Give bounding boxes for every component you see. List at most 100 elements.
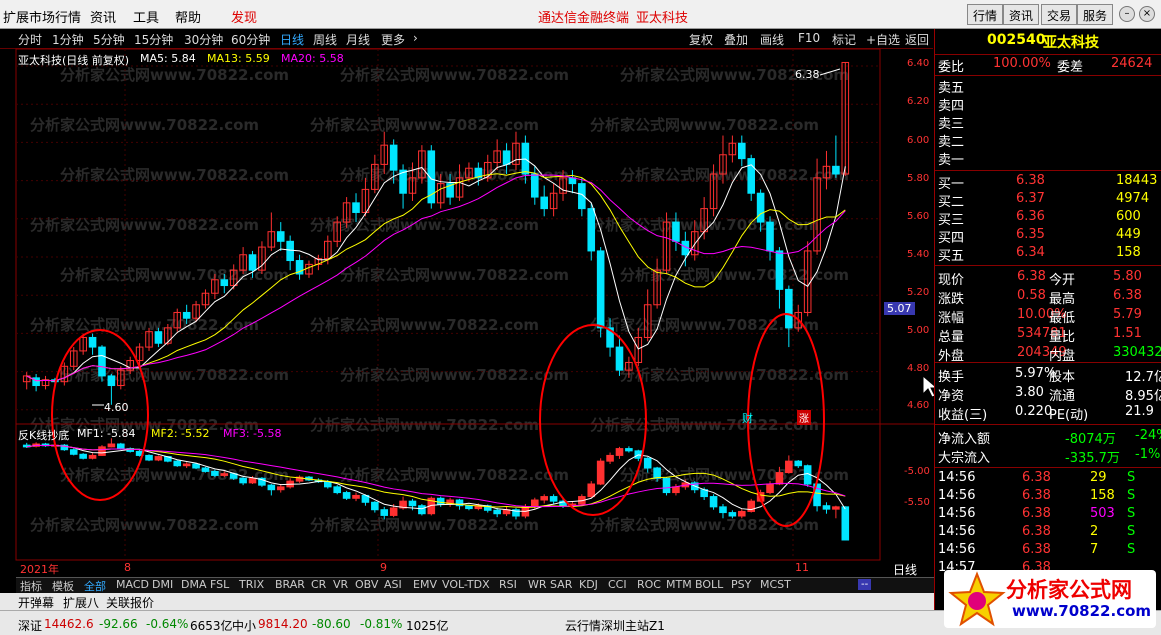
- buy-row: 买一 6.38 18443: [935, 173, 1161, 192]
- sub-candle: [596, 460, 605, 485]
- collapse-button[interactable]: --: [858, 579, 872, 590]
- price-tick: 6.00: [907, 135, 930, 146]
- indicator-tab[interactable]: VR: [331, 578, 350, 591]
- sub-candle: [418, 505, 426, 515]
- indicator-tab[interactable]: CCI: [606, 578, 629, 591]
- chart-legend-name: 亚太科技(日线 前复权): [18, 54, 130, 67]
- quotes-button[interactable]: 行情: [967, 4, 1004, 25]
- tick-price: 6.38: [1022, 488, 1051, 503]
- indicator-tab[interactable]: BRAR: [273, 578, 307, 591]
- kline-chart[interactable]: 分析家公式网www.70822.com 分析家公式网www.70822.com 分析…: [0, 0, 934, 577]
- buy-volume: 158: [1116, 245, 1141, 260]
- candle-down: [785, 288, 793, 329]
- candle-down: [587, 208, 596, 252]
- sub-candle: [841, 506, 850, 541]
- indicator-tab[interactable]: 指标: [18, 578, 44, 594]
- sub-tick: -5.00: [904, 466, 930, 477]
- sub-candle: [211, 470, 219, 476]
- indicator-tab[interactable]: MACD: [114, 578, 151, 591]
- indicator-tab[interactable]: CR: [309, 578, 328, 591]
- stock-code: 002540: [987, 32, 1046, 48]
- candle-down: [352, 202, 360, 213]
- indicator-tab[interactable]: RSI: [497, 578, 519, 591]
- sub-candle: [107, 443, 116, 448]
- indicator-tab[interactable]: DMI: [150, 578, 175, 591]
- candle-down: [389, 144, 398, 171]
- danmu-tab[interactable]: 开弹幕: [18, 594, 54, 611]
- sub-candle: [794, 460, 803, 467]
- star-logo-icon: [948, 571, 1006, 627]
- sub-candle: [465, 505, 473, 510]
- sub-candle: [832, 506, 840, 510]
- service-button[interactable]: 服务: [1077, 4, 1114, 25]
- sub-candle: [201, 467, 210, 472]
- trade-button[interactable]: 交易: [1041, 4, 1078, 25]
- flow-pct: -1%: [1135, 447, 1161, 462]
- tick-price: 6.38: [1022, 524, 1051, 539]
- buy-price: 6.35: [1016, 227, 1045, 242]
- indicator-tab[interactable]: DMA: [179, 578, 209, 591]
- ext8-tab[interactable]: 扩展八: [63, 594, 99, 611]
- indicator-tab[interactable]: ROC: [635, 578, 663, 591]
- sell-2: 卖二: [938, 135, 965, 150]
- indicator-tab[interactable]: 模板: [50, 578, 76, 594]
- tick-price: 6.38: [1022, 542, 1051, 557]
- indicator-tab[interactable]: PSY: [729, 578, 753, 591]
- buy-label: 买二: [938, 195, 965, 210]
- indicator-tab[interactable]: KDJ: [577, 578, 600, 591]
- candle-down: [766, 221, 774, 252]
- sub-candle: [248, 477, 257, 484]
- buy-row: 买二 6.37 4974: [935, 191, 1161, 210]
- tick-side: S: [1127, 506, 1136, 521]
- watermark-text: 分析家公式网www.70822.com: [310, 516, 539, 534]
- brand-logo: 分析家公式网 www.70822.com: [944, 570, 1156, 628]
- sell-4: 卖四: [938, 99, 965, 114]
- stat-row: 现价 6.38 今开 5.80: [935, 269, 1161, 288]
- tick-row: 14:56 6.38 2 S: [935, 524, 1161, 542]
- price-tick: 5.60: [907, 211, 930, 222]
- indicator-tab[interactable]: OBV: [353, 578, 380, 591]
- indicator-tab[interactable]: SAR: [548, 578, 574, 591]
- stat-label: 涨幅: [938, 311, 965, 326]
- indicator-tab[interactable]: FSL: [208, 578, 231, 591]
- index-name: 深证: [18, 619, 43, 633]
- period-indicator[interactable]: 日线: [893, 561, 917, 578]
- indicator-tab[interactable]: TRIX: [237, 578, 266, 591]
- weibi-row: 委比 100.00% 委差 24624: [935, 56, 1161, 75]
- date-tick: 8: [124, 561, 131, 574]
- tick-time: 14:56: [938, 470, 976, 485]
- finance-marker[interactable]: 财: [742, 410, 753, 426]
- indicator-tab[interactable]: EMV: [411, 578, 439, 591]
- stat-row: 总量 534781 量比 1.51: [935, 326, 1161, 345]
- candle-down: [107, 375, 116, 387]
- sub-candle: [182, 463, 191, 467]
- sub-candle: [822, 505, 831, 510]
- stat-value: 0.58: [1017, 288, 1046, 303]
- price-tick: 5.00: [907, 325, 930, 336]
- limit-up-marker[interactable]: 涨: [797, 410, 811, 425]
- watermark-text: 分析家公式网www.70822.com: [30, 216, 259, 234]
- indicator-tab[interactable]: MCST: [758, 578, 793, 591]
- sub-candle: [785, 460, 793, 474]
- minimize-icon[interactable]: –: [1119, 6, 1135, 22]
- related-quote-tab[interactable]: 关联报价: [106, 594, 154, 611]
- stat-label: 换手: [938, 370, 965, 385]
- index-pct: -0.64%: [146, 617, 189, 631]
- sub-candle: [276, 486, 285, 491]
- indicator-tab[interactable]: WR: [526, 578, 549, 591]
- indicator-tab[interactable]: MTM: [664, 578, 694, 591]
- close-icon[interactable]: ×: [1139, 6, 1155, 22]
- indicator-tab[interactable]: ASI: [382, 578, 404, 591]
- indicator-tab[interactable]: 全部: [82, 578, 108, 594]
- sub-legend-name: 反K线抄底: [18, 429, 70, 442]
- sub-candle: [324, 481, 332, 488]
- stat-value: 8.95亿: [1125, 389, 1161, 404]
- price-tick: 6.40: [907, 58, 930, 69]
- current-price-tag: 5.07: [884, 302, 915, 315]
- sub-candle: [775, 472, 784, 485]
- sme-pct: -0.81%: [360, 617, 403, 631]
- indicator-tab[interactable]: VOL-TDX: [440, 578, 492, 591]
- sub-candle: [587, 483, 596, 498]
- indicator-tab[interactable]: BOLL: [693, 578, 725, 591]
- news-button[interactable]: 资讯: [1003, 4, 1040, 25]
